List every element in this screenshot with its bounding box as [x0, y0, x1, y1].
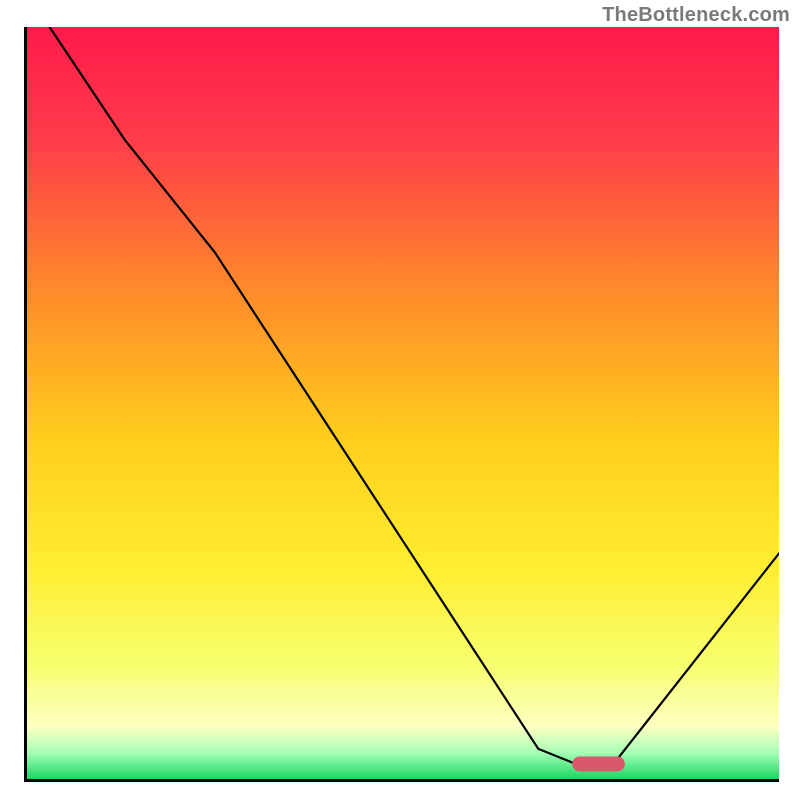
attribution-text: TheBottleneck.com [602, 4, 790, 27]
plot-area [24, 27, 779, 782]
gradient-background [27, 27, 779, 779]
chart-svg [27, 27, 779, 779]
optimal-marker [572, 756, 625, 771]
